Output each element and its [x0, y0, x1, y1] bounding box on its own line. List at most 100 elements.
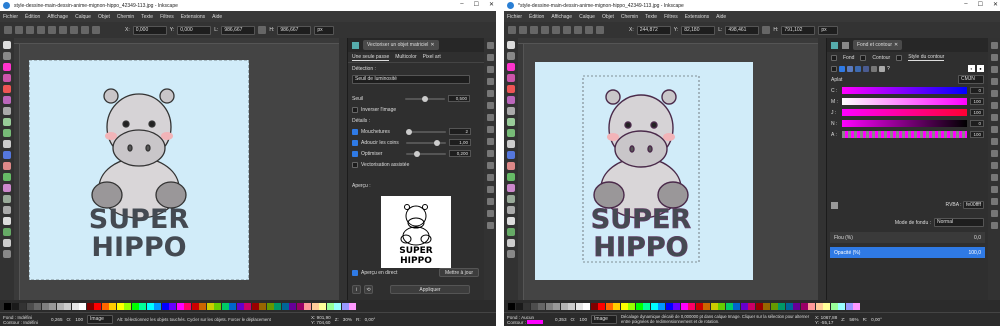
calligraphy-tool-icon[interactable]	[3, 129, 11, 137]
width-field[interactable]: 986,667	[221, 25, 256, 35]
palette-swatch[interactable]	[131, 302, 139, 310]
copy-icon[interactable]	[486, 138, 494, 145]
channel-n-value[interactable]: 0	[970, 120, 984, 127]
palette-swatch[interactable]	[56, 302, 64, 310]
color-model-select[interactable]: CMJN	[958, 75, 984, 84]
palette-swatch[interactable]	[560, 302, 568, 310]
palette-swatch[interactable]	[598, 302, 605, 310]
menu-object[interactable]: Objet	[98, 14, 110, 20]
x-field[interactable]: 0,000	[132, 25, 167, 35]
menu-filters[interactable]: Filtres	[160, 14, 174, 20]
calligraphy-tool-icon[interactable]	[507, 129, 515, 137]
palette-swatch[interactable]	[800, 302, 808, 310]
cut-icon[interactable]	[486, 150, 494, 157]
menu-layer[interactable]: Calque	[75, 14, 91, 20]
canvas[interactable]: SUPER HIPPO	[20, 44, 339, 300]
channel-j-slider[interactable]	[842, 109, 967, 116]
rectangle-tool-icon[interactable]	[507, 63, 515, 71]
menu-extensions[interactable]: Extensions	[685, 14, 709, 20]
channel-m-slider[interactable]	[842, 98, 967, 105]
palette-swatch[interactable]	[4, 302, 11, 310]
threshold-slider[interactable]	[405, 95, 445, 102]
rectangle-tool-icon[interactable]	[3, 63, 11, 71]
select-all-icon[interactable]	[508, 26, 516, 34]
blur-value[interactable]: 0,0	[974, 235, 981, 241]
speckles-value[interactable]: 2	[449, 128, 471, 135]
palette-swatch[interactable]	[785, 302, 793, 310]
deselect-icon[interactable]	[26, 26, 34, 34]
cut-icon[interactable]	[990, 150, 998, 157]
menu-layer[interactable]: Calque	[579, 14, 595, 20]
zoom-value[interactable]: 56%	[849, 317, 858, 322]
stroke-width[interactable]: 0,353	[555, 317, 567, 322]
palette-swatch[interactable]	[221, 302, 229, 310]
deselect-icon[interactable]	[530, 26, 538, 34]
palette-swatch[interactable]	[281, 302, 289, 310]
paint-bucket-tool-icon[interactable]	[507, 184, 515, 192]
ellipse-tool-icon[interactable]	[507, 74, 515, 82]
spray-tool-icon[interactable]	[3, 206, 11, 214]
export-icon[interactable]	[486, 102, 494, 109]
threshold-value[interactable]: 0,500	[448, 95, 470, 102]
rotation-value[interactable]: 0,00°	[365, 317, 376, 322]
palette-swatch[interactable]	[710, 302, 718, 310]
select-all-icon[interactable]	[4, 26, 12, 34]
palette-swatch[interactable]	[718, 302, 725, 310]
rotate-ccw-icon[interactable]	[37, 26, 45, 34]
palette-swatch[interactable]	[808, 302, 815, 310]
speckles-slider[interactable]	[406, 128, 446, 135]
flat-color-icon[interactable]	[839, 65, 845, 72]
pen-tool-icon[interactable]	[3, 118, 11, 126]
optimize-value[interactable]: 0,200	[449, 150, 471, 157]
gradient-tool-icon[interactable]	[3, 151, 11, 159]
palette-swatch[interactable]	[169, 302, 176, 310]
lock-ratio-icon[interactable]	[762, 26, 771, 34]
eraser-tool-icon[interactable]	[507, 217, 515, 225]
palette-swatch[interactable]	[538, 302, 545, 310]
y-field[interactable]: 0,000	[177, 25, 212, 35]
palette-swatch[interactable]	[530, 302, 538, 310]
tweak-tool-icon[interactable]	[507, 195, 515, 203]
raise-icon[interactable]	[81, 26, 89, 34]
print-icon[interactable]	[486, 78, 494, 85]
export-icon[interactable]	[990, 102, 998, 109]
palette-swatch[interactable]	[244, 302, 251, 310]
undo-icon[interactable]	[486, 114, 494, 121]
close-tab-icon[interactable]: ✕	[894, 42, 898, 48]
tab-trace-bitmap[interactable]: Vectoriser un objet matriciel ✕	[363, 40, 439, 50]
palette-swatch[interactable]	[79, 302, 86, 310]
optimize-slider[interactable]	[406, 150, 446, 157]
lock-ratio-icon[interactable]	[258, 26, 267, 34]
node-tool-icon[interactable]	[3, 52, 11, 60]
text-tool-icon[interactable]	[3, 140, 11, 148]
zoom-icon[interactable]	[990, 174, 998, 181]
invert-checkbox[interactable]	[352, 106, 358, 113]
linear-gradient-icon[interactable]	[847, 65, 853, 72]
width-field[interactable]: 498,461	[725, 25, 760, 35]
spray-tool-icon[interactable]	[507, 206, 515, 214]
rotate-ccw-icon[interactable]	[541, 26, 549, 34]
duplicate-icon[interactable]	[486, 186, 494, 193]
flip-h-icon[interactable]	[59, 26, 67, 34]
minimize-icon[interactable]: –	[460, 1, 463, 8]
selector-tool-icon[interactable]	[3, 41, 11, 49]
palette-swatch[interactable]	[628, 302, 635, 310]
paste-icon[interactable]	[990, 162, 998, 169]
opacity-value[interactable]: 100	[75, 317, 83, 322]
mesh-tool-icon[interactable]	[507, 162, 515, 170]
pattern-icon[interactable]	[871, 65, 877, 72]
menu-text[interactable]: Texte	[645, 14, 657, 20]
palette-swatch[interactable]	[688, 302, 695, 310]
paint-bucket-tool-icon[interactable]	[3, 184, 11, 192]
rotate-cw-icon[interactable]	[48, 26, 56, 34]
palette-swatch[interactable]	[590, 302, 598, 310]
palette-swatch[interactable]	[523, 302, 530, 310]
palette-swatch[interactable]	[838, 302, 845, 310]
height-field[interactable]: 986,667	[277, 25, 312, 35]
group-icon[interactable]	[486, 210, 494, 217]
star-tool-icon[interactable]	[507, 85, 515, 93]
radial-gradient-icon[interactable]	[855, 65, 861, 72]
spiral-tool-icon[interactable]	[3, 96, 11, 104]
dock-tab-icon-2[interactable]	[842, 41, 849, 49]
pencil-tool-icon[interactable]	[3, 107, 11, 115]
